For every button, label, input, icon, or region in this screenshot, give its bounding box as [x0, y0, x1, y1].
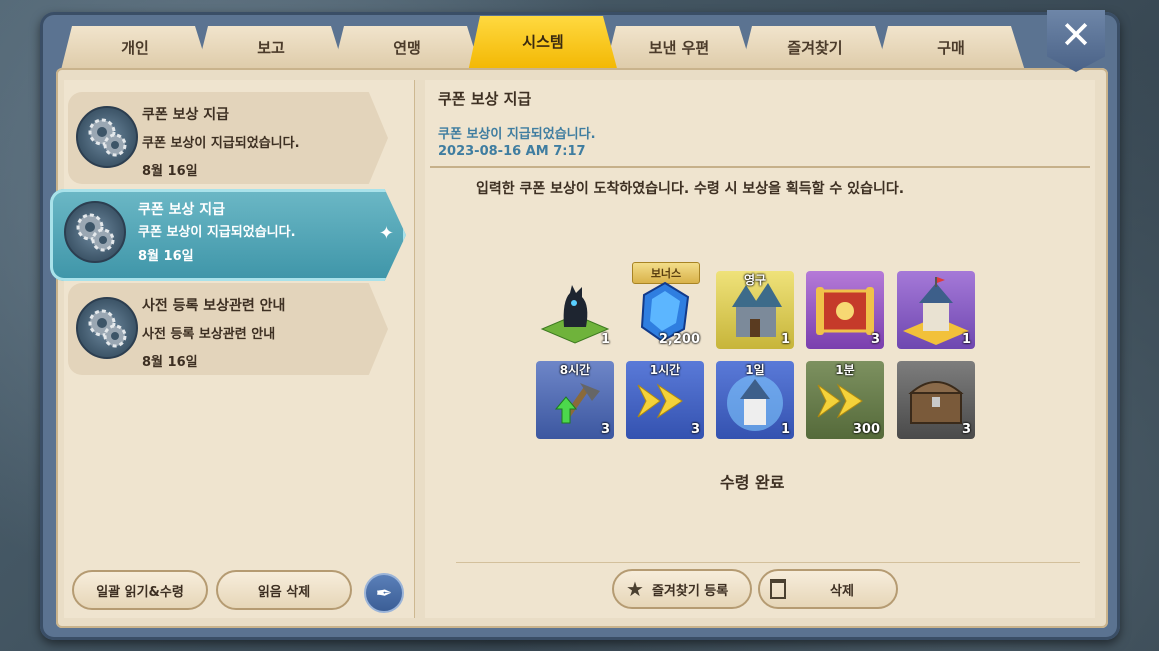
quill-icon: ✒	[375, 581, 393, 605]
item-quantity: 1	[780, 332, 790, 347]
item-quantity: 1	[780, 422, 790, 437]
mail-title: 쿠폰 보상 지급	[142, 107, 230, 123]
item-quantity: 3	[870, 332, 880, 347]
gear-icon	[76, 106, 138, 168]
sparkle-icon: ✦	[378, 223, 394, 244]
item-duration-tag: 1일	[745, 363, 765, 377]
detail-message: 입력한 쿠폰 보상이 도착하였습니다. 수령 시 보상을 획득할 수 있습니다.	[476, 181, 905, 197]
mail-preview: 쿠폰 보상이 지급되었습니다.	[138, 225, 296, 240]
item-duration-tag: 1시간	[649, 363, 681, 377]
gear-icon	[64, 201, 126, 263]
item-quantity: 3	[961, 422, 971, 437]
claim-status: 수령 완료	[720, 473, 785, 492]
tab-alliance[interactable]: 연맹	[332, 26, 482, 74]
item-duration-tag: 영구	[743, 273, 767, 287]
item-duration-tag: 8시간	[559, 363, 591, 377]
item-quantity: 3	[600, 422, 610, 437]
delete-button[interactable]: 삭제	[758, 569, 898, 609]
reward-item-speedup-1h[interactable]: 1시간 3	[626, 361, 704, 439]
gear-icon	[76, 297, 138, 359]
reward-item-scroll[interactable]: 3	[806, 271, 884, 349]
item-duration-tag: 1분	[835, 363, 855, 377]
mail-preview: 쿠폰 보상이 지급되었습니다.	[142, 136, 300, 151]
reward-item-shield-tower[interactable]: 1일 1	[716, 361, 794, 439]
item-quantity: 2,200	[658, 332, 700, 347]
star-icon: ★	[626, 577, 644, 601]
detail-title: 쿠폰 보상 지급	[438, 90, 532, 108]
trash-icon	[770, 579, 786, 599]
reward-item-tower[interactable]: 1	[897, 271, 975, 349]
item-quantity: 1	[961, 332, 971, 347]
mail-title: 사전 등록 보상관련 안내	[142, 298, 286, 314]
mail-list-item-selected[interactable]: 쿠폰 보상 지급 쿠폰 보상이 지급되었습니다. 8월 16일 ✦	[50, 189, 406, 281]
tab-report[interactable]: 보고	[196, 26, 346, 74]
item-quantity: 300	[852, 422, 880, 437]
mail-date: 8월 16일	[142, 355, 198, 370]
mail-title: 쿠폰 보상 지급	[138, 202, 226, 218]
reward-item-speedup-1m[interactable]: 1분 300	[806, 361, 884, 439]
delete-label: 삭제	[830, 583, 854, 599]
mail-list-item[interactable]: 사전 등록 보상관련 안내 사전 등록 보상관련 안내 8월 16일	[68, 283, 388, 375]
detail-subtitle: 쿠폰 보상이 지급되었습니다.	[438, 127, 596, 142]
reward-item-treasure-chest[interactable]: 3	[897, 361, 975, 439]
divider	[430, 166, 1090, 168]
item-quantity: 1	[600, 332, 610, 347]
reward-item-build-speedup[interactable]: 8시간 3	[536, 361, 614, 439]
tab-sent-mail[interactable]: 보낸 우편	[604, 26, 754, 74]
detail-timestamp: 2023-08-16 AM 7:17	[438, 144, 586, 159]
tab-purchase[interactable]: 구매	[876, 26, 1026, 74]
item-quantity: 3	[690, 422, 700, 437]
close-icon: ✕	[1060, 13, 1092, 57]
mail-detail-panel	[425, 80, 1095, 618]
compose-button[interactable]: ✒	[364, 573, 404, 613]
divider	[456, 562, 1080, 563]
mail-preview: 사전 등록 보상관련 안내	[142, 327, 276, 342]
delete-read-button[interactable]: 읽음 삭제	[216, 570, 352, 610]
tab-system[interactable]: 시스템	[468, 16, 618, 72]
mail-list-item[interactable]: 쿠폰 보상 지급 쿠폰 보상이 지급되었습니다. 8월 16일	[68, 92, 388, 184]
reward-item-gem[interactable]: 2,200	[626, 271, 704, 349]
mail-date: 8월 16일	[138, 249, 194, 264]
reward-item-castle-skin[interactable]: 영구 1	[716, 271, 794, 349]
reward-item-dark-creature[interactable]: 1	[536, 271, 614, 349]
read-all-claim-button[interactable]: 일괄 읽기&수령	[72, 570, 208, 610]
mail-date: 8월 16일	[142, 164, 198, 179]
add-favorite-label: 즐겨찾기 등록	[651, 583, 729, 599]
add-favorite-button[interactable]: ★ 즐겨찾기 등록	[612, 569, 752, 609]
tab-personal[interactable]: 개인	[60, 26, 210, 74]
tab-favorites[interactable]: 즐겨찾기	[740, 26, 890, 74]
